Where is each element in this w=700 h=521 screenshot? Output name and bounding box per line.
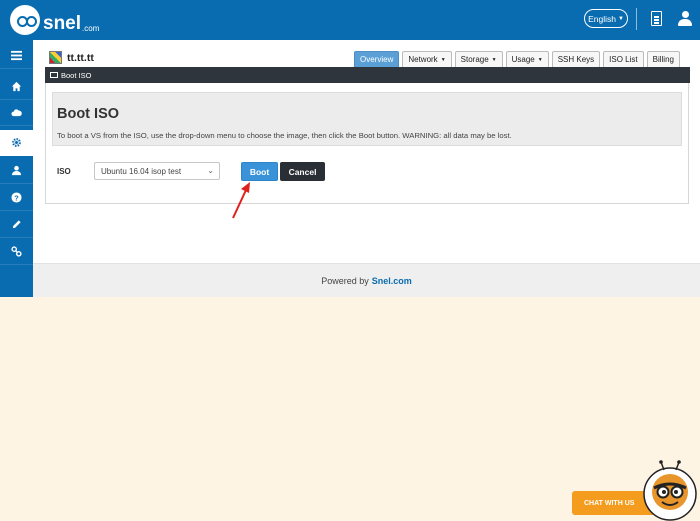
tab-ssh-keys[interactable]: SSH Keys [551, 51, 601, 67]
vs-name: tt.tt.tt [67, 51, 94, 64]
tab-label: SSH Keys [557, 55, 595, 64]
footer: Powered by Snel.com [33, 263, 700, 297]
boot-iso-description: To boot a VS from the ISO, use the drop-… [57, 131, 512, 140]
logo-suffix: .com [82, 24, 100, 33]
cancel-button[interactable]: Cancel [280, 162, 325, 181]
chevron-down-icon: ⌄ [207, 166, 214, 175]
tab-label: Storage [460, 55, 489, 64]
svg-text:?: ? [14, 193, 19, 202]
tab-billing[interactable]: Billing [646, 51, 680, 67]
logo-text: snel [43, 13, 82, 34]
topbar-divider [636, 8, 637, 30]
pencil-icon[interactable] [0, 212, 33, 238]
tab-storage[interactable]: Storage ▼ [454, 51, 503, 67]
caret-down-icon: ▼ [537, 56, 543, 63]
caret-down-icon: ▼ [491, 56, 497, 63]
tab-iso-list[interactable]: ISO List [603, 51, 644, 67]
user-icon[interactable] [678, 11, 692, 27]
footer-link[interactable]: Snel.com [372, 276, 412, 286]
caret-down-icon: ▼ [440, 56, 446, 63]
tab-label: Billing [652, 55, 674, 64]
iso-select-value: Ubuntu 16.04 isop test [101, 166, 182, 176]
footer-text: Powered by [321, 275, 369, 286]
tab-label: Usage [511, 55, 535, 64]
tab-label: ISO List [609, 55, 638, 64]
document-icon[interactable] [651, 11, 662, 26]
link-icon[interactable] [0, 239, 33, 265]
panel-icon [50, 72, 58, 78]
chat-label: CHAT WITH US [584, 499, 635, 507]
section-bar-label: Boot ISO [61, 70, 92, 80]
language-selector[interactable]: English ▼ [584, 9, 628, 28]
help-icon[interactable]: ? [0, 185, 33, 211]
chat-mascot-icon[interactable] [640, 460, 700, 521]
tab-network[interactable]: Network ▼ [402, 51, 452, 67]
gear-icon[interactable] [0, 130, 33, 156]
annotation-arrow-icon [232, 182, 250, 219]
menu-icon[interactable] [0, 43, 33, 69]
language-label: English [588, 13, 616, 24]
tab-overview[interactable]: Overview [354, 51, 400, 67]
user-icon[interactable] [0, 158, 33, 184]
tab-label: Overview [360, 55, 394, 64]
sidebar: ? [0, 40, 33, 297]
section-bar: Boot ISO [45, 67, 690, 83]
home-icon[interactable] [0, 74, 33, 100]
tab-label: Network [408, 55, 438, 64]
snel-logo[interactable]: snel .com [10, 5, 99, 35]
page-title: Boot ISO [57, 106, 120, 122]
top-navbar: snel .com English ▼ [0, 0, 700, 40]
vs-header: tt.tt.tt [49, 51, 94, 64]
cloud-icon[interactable] [0, 100, 33, 126]
tab-usage[interactable]: Usage ▼ [505, 51, 549, 67]
logo-mascot-icon [10, 5, 40, 35]
vs-tabs: Overview Network ▼ Storage ▼ Usage ▼ SSH… [354, 51, 680, 67]
boot-button[interactable]: Boot [241, 162, 278, 181]
iso-label: ISO [57, 167, 71, 176]
vs-thumbnail-icon [49, 51, 62, 64]
caret-down-icon: ▼ [617, 15, 624, 22]
iso-select[interactable]: Ubuntu 16.04 isop test ⌄ [94, 162, 220, 180]
